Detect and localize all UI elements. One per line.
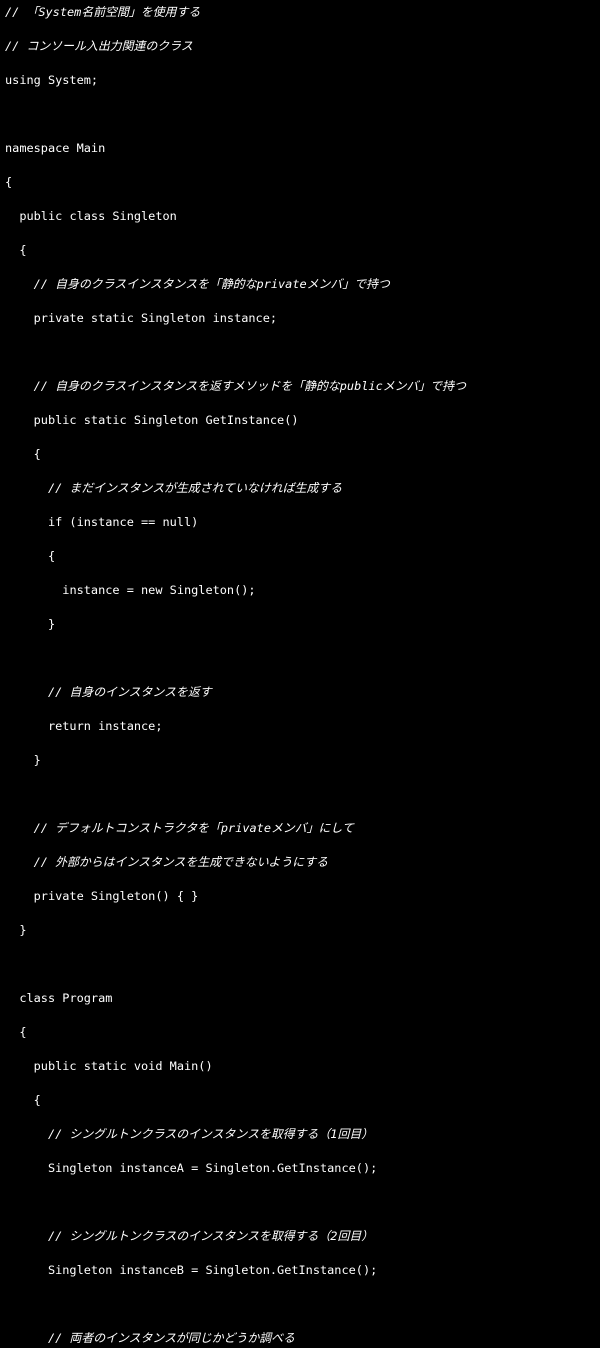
code-line: Singleton instanceB = Singleton.GetInsta… xyxy=(5,1263,378,1277)
code-comment: // 自身のクラスインスタンスを「静的なprivateメンバ」で持つ xyxy=(33,277,390,291)
code-line: instance = new Singleton(); xyxy=(5,583,256,597)
code-line: public static Singleton GetInstance() xyxy=(5,413,299,427)
code-comment: // コンソール入出力関連のクラス xyxy=(5,39,193,53)
code-line: { xyxy=(5,243,27,257)
code-line: namespace Main xyxy=(5,141,106,155)
code-line: public class Singleton xyxy=(5,209,177,223)
code-line: // 自身のクラスインスタンスを「静的なprivateメンバ」で持つ xyxy=(5,276,600,293)
code-line: private Singleton() { } xyxy=(5,889,199,903)
code-line: Singleton instanceA = Singleton.GetInsta… xyxy=(5,1161,378,1175)
code-line: // まだインスタンスが生成されていなければ生成する xyxy=(5,480,600,497)
code-line: { xyxy=(5,549,56,563)
code-line: return instance; xyxy=(5,719,163,733)
code-line: { xyxy=(5,447,41,461)
code-line: } xyxy=(5,923,27,937)
code-line: public static void Main() xyxy=(5,1059,213,1073)
code-line: using System; xyxy=(5,73,99,87)
code-comment: // デフォルトコンストラクタを「privateメンバ」にして xyxy=(33,821,354,835)
code-line: class Program xyxy=(5,991,113,1005)
code-line: // 外部からはインスタンスを生成できないようにする xyxy=(5,854,600,871)
code-comment: // 自身のクラスインスタンスを返すメソッドを「静的なpublicメンバ」で持つ xyxy=(33,379,466,393)
code-line: // 自身のクラスインスタンスを返すメソッドを「静的なpublicメンバ」で持つ xyxy=(5,378,600,395)
code-comment: // 自身のインスタンスを返す xyxy=(47,685,212,699)
code-line: } xyxy=(5,617,56,631)
code-line: // シングルトンクラスのインスタンスを取得する（1回目） xyxy=(5,1126,600,1143)
code-comment: // まだインスタンスが生成されていなければ生成する xyxy=(47,481,343,495)
code-line: // 自身のインスタンスを返す xyxy=(5,684,600,701)
code-editor-content[interactable]: // 「System名前空間」を使用する // コンソール入出力関連のクラス u… xyxy=(0,0,600,1345)
code-line: // 両者のインスタンスが同じかどうか調べる xyxy=(5,1330,600,1347)
code-line: } xyxy=(5,753,41,767)
code-line: { xyxy=(5,175,13,189)
code-line: if (instance == null) xyxy=(5,515,199,529)
code-comment: // 外部からはインスタンスを生成できないようにする xyxy=(33,855,329,869)
code-line: // 「System名前空間」を使用する xyxy=(5,4,600,21)
code-line: // デフォルトコンストラクタを「privateメンバ」にして xyxy=(5,820,600,837)
code-line: // コンソール入出力関連のクラス xyxy=(5,38,600,55)
code-line: // シングルトンクラスのインスタンスを取得する（2回目） xyxy=(5,1228,600,1245)
code-comment: // 両者のインスタンスが同じかどうか調べる xyxy=(47,1331,295,1345)
code-line: private static Singleton instance; xyxy=(5,311,278,325)
code-line: { xyxy=(5,1025,27,1039)
code-comment: // シングルトンクラスのインスタンスを取得する（1回目） xyxy=(47,1127,374,1141)
code-comment: // シングルトンクラスのインスタンスを取得する（2回目） xyxy=(47,1229,374,1243)
code-line: { xyxy=(5,1093,41,1107)
code-comment: // 「System名前空間」を使用する xyxy=(5,5,201,19)
